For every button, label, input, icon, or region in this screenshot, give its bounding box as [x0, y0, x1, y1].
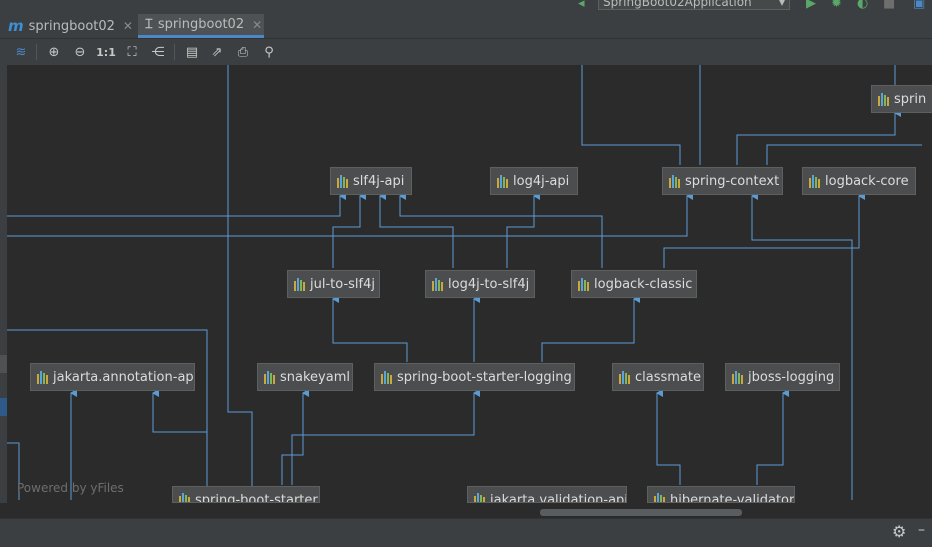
library-icon	[381, 370, 392, 384]
debug-icon[interactable]: ✹	[831, 0, 842, 11]
node-label: sprin	[894, 91, 927, 107]
run-config-label: SpringBoot02Application	[603, 0, 752, 9]
node-label: log4j-api	[513, 173, 570, 189]
library-icon	[337, 174, 348, 188]
export-icon[interactable]: ⇗	[208, 43, 226, 61]
node-label: jakarta.annotation-api	[53, 369, 195, 385]
dependency-node[interactable]: classmate	[612, 363, 704, 391]
run-icon[interactable]: ▶	[806, 0, 816, 11]
coverage-icon[interactable]: ◐	[857, 0, 868, 11]
library-icon	[669, 174, 680, 188]
library-icon	[619, 370, 630, 384]
run-toolbar: ◂ SpringBoot02Application ▾ ▶ ✹ ◐ ■ ▣	[0, 0, 932, 14]
dependency-node[interactable]: hibernate-validator	[647, 486, 795, 503]
dependency-node[interactable]: jul-to-slf4j	[287, 270, 380, 298]
node-label: logback-classic	[594, 276, 693, 292]
dependency-node[interactable]: logback-core	[802, 167, 916, 195]
library-icon	[578, 277, 589, 291]
dependency-node[interactable]: spring-boot-starter	[172, 486, 320, 503]
run-config-selector[interactable]: SpringBoot02Application ▾	[598, 0, 790, 10]
tab-diagram[interactable]: ⌶ springboot02 ✕	[138, 14, 264, 38]
tab-label: springboot02	[28, 18, 115, 34]
node-label: spring-boot-starter	[195, 493, 318, 503]
tab-maven-pom[interactable]: m springboot02 ✕	[8, 14, 138, 38]
dependency-node[interactable]: sprin	[871, 85, 932, 113]
maven-m-icon: m	[8, 17, 24, 35]
library-icon	[732, 370, 743, 384]
node-label: jboss-logging	[748, 369, 835, 385]
dependency-node[interactable]: logback-classic	[571, 270, 697, 298]
diagram-toolbar: ≋ ⊕ ⊖ 1:1 ⛶ ⋲ ▤ ⇗ ⎙ ⚲	[0, 39, 932, 66]
yfiles-watermark: Powered by yFiles	[17, 481, 124, 495]
dependency-node[interactable]: snakeyaml	[257, 363, 353, 391]
library-icon	[37, 370, 48, 384]
node-label: hibernate-validator	[670, 493, 795, 503]
save-icon[interactable]: ▤	[183, 43, 201, 61]
dependency-node[interactable]: log4j-to-slf4j	[425, 270, 535, 298]
node-label: spring-context	[685, 173, 780, 189]
dependency-node[interactable]: jboss-logging	[725, 363, 840, 391]
fit-content-icon[interactable]: ⛶	[123, 43, 141, 61]
library-icon	[432, 277, 443, 291]
library-icon	[497, 174, 508, 188]
node-label: snakeyaml	[280, 369, 350, 385]
back-arrow-icon[interactable]: ◂	[578, 0, 585, 11]
node-label: logback-core	[825, 173, 909, 189]
strip-marker	[0, 398, 7, 416]
dependency-node[interactable]: slf4j-api	[330, 167, 412, 195]
project-structure-icon[interactable]: ▣	[913, 0, 925, 11]
horizontal-scrollbar[interactable]	[540, 509, 742, 516]
diagram-icon: ⌶	[145, 17, 153, 32]
node-label: slf4j-api	[353, 173, 405, 189]
left-tool-strip	[0, 65, 7, 503]
strip-marker	[0, 355, 7, 373]
close-icon[interactable]: ✕	[252, 18, 262, 32]
library-icon	[878, 92, 889, 106]
chevron-down-icon: ▾	[778, 0, 785, 9]
actual-size-icon[interactable]: 1:1	[96, 43, 116, 61]
node-label: log4j-to-slf4j	[448, 276, 530, 292]
library-icon	[474, 493, 485, 502]
node-label: jul-to-slf4j	[310, 276, 375, 292]
dependency-node[interactable]: jakarta.annotation-api	[30, 363, 195, 391]
node-label: spring-boot-starter-logging	[397, 369, 572, 385]
zoom-in-icon[interactable]: ⊕	[45, 43, 63, 61]
library-icon	[264, 370, 275, 384]
dependency-node[interactable]: spring-boot-starter-logging	[374, 363, 575, 391]
toolbar-separator	[174, 44, 175, 60]
find-icon[interactable]: ⚲	[260, 43, 278, 61]
dependency-node[interactable]: spring-context	[662, 167, 783, 195]
toolbar-separator	[36, 44, 37, 60]
dependency-node[interactable]: jakarta.validation-api	[467, 486, 627, 503]
library-icon	[294, 277, 305, 291]
status-bar: ⚙ –	[0, 518, 932, 547]
tab-label: springboot02	[157, 17, 245, 32]
gear-icon[interactable]: ⚙	[892, 522, 906, 541]
dependency-node[interactable]: log4j-api	[490, 167, 578, 195]
library-icon	[654, 493, 665, 502]
print-icon[interactable]: ⎙	[234, 43, 252, 61]
library-icon	[179, 493, 190, 502]
stop-icon[interactable]: ■	[883, 0, 895, 11]
layout-icon[interactable]: ≋	[12, 43, 30, 61]
minimize-icon[interactable]: –	[918, 522, 925, 538]
diagram-canvas[interactable]: sprin slf4j-api log4j-api spring-context…	[7, 65, 932, 503]
library-icon	[809, 174, 820, 188]
zoom-out-icon[interactable]: ⊖	[71, 43, 89, 61]
close-icon[interactable]: ✕	[123, 19, 133, 33]
tree-layout-icon[interactable]: ⋲	[149, 43, 167, 61]
node-label: jakarta.validation-api	[490, 493, 627, 503]
editor-tabs: m springboot02 ✕ ⌶ springboot02 ✕	[0, 14, 932, 39]
node-label: classmate	[635, 369, 701, 385]
